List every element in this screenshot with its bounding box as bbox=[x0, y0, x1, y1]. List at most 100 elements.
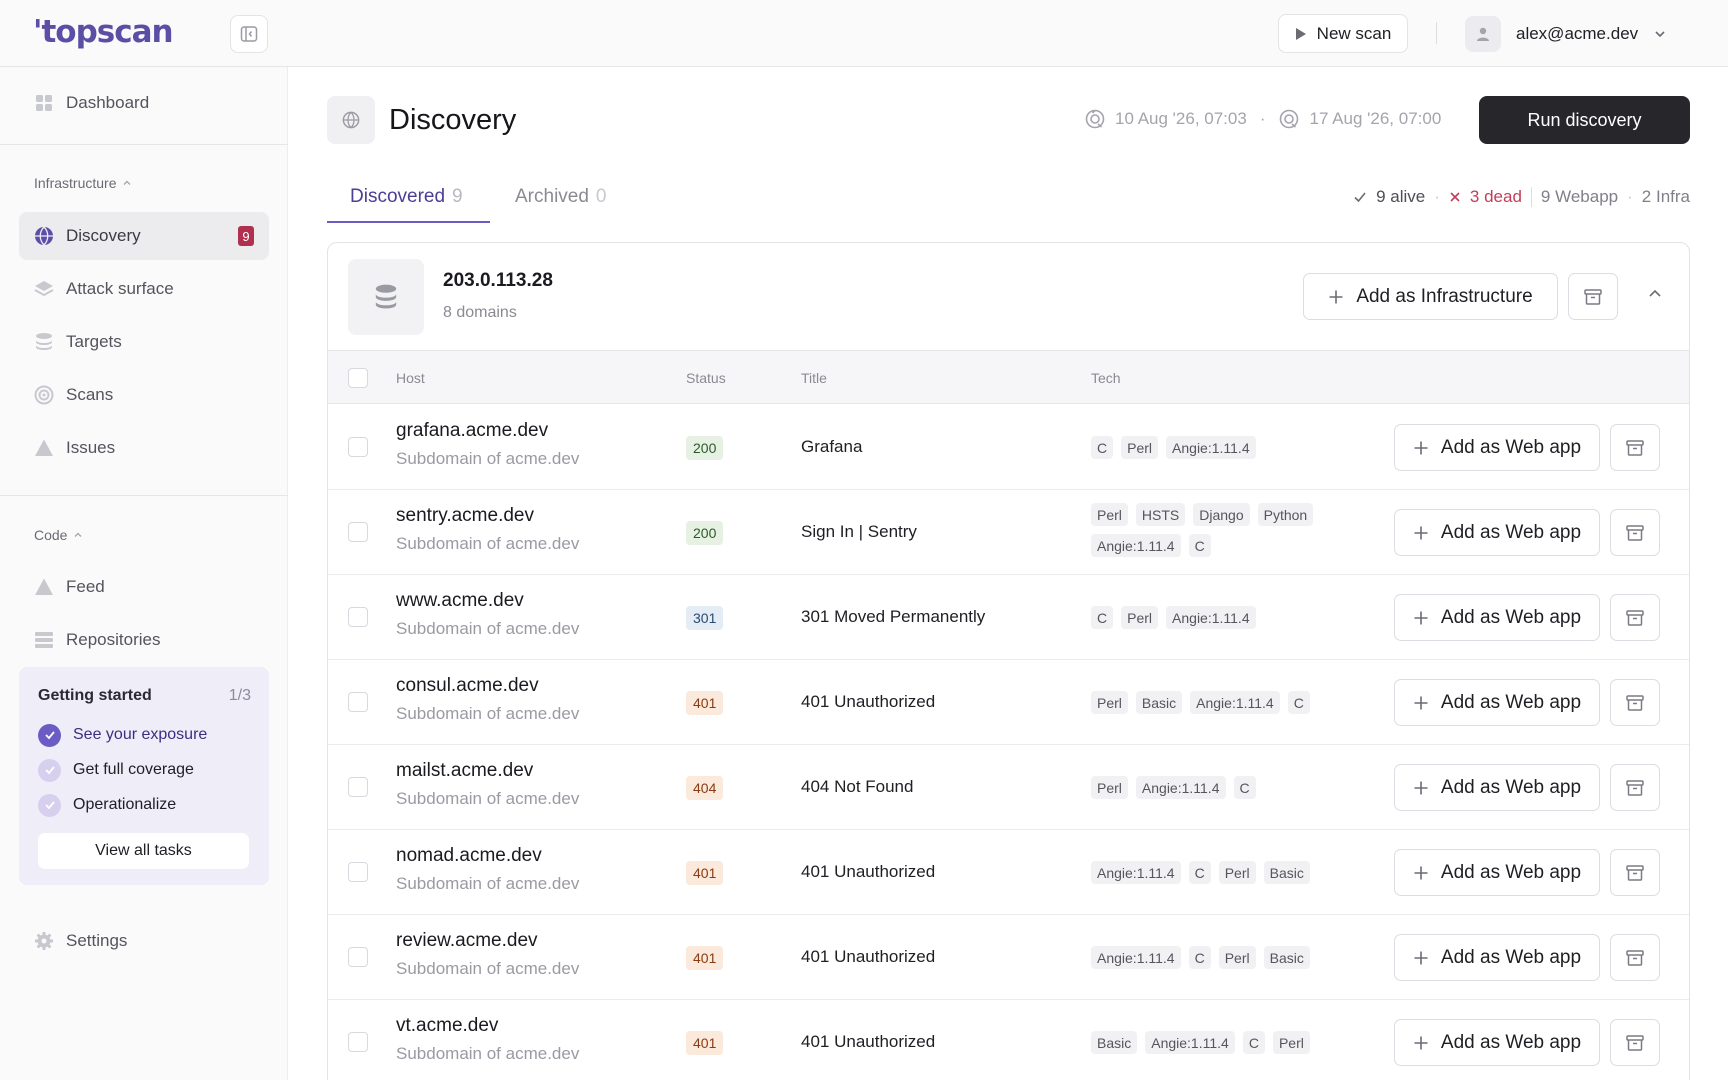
button-label: Add as Web app bbox=[1440, 436, 1582, 458]
row-checkbox[interactable] bbox=[348, 437, 368, 457]
user-menu[interactable]: alex@acme.dev bbox=[1465, 15, 1667, 53]
host-name[interactable]: sentry.acme.dev bbox=[396, 505, 534, 527]
archive-row-button[interactable] bbox=[1610, 764, 1660, 811]
task-full-coverage[interactable]: Get full coverage bbox=[38, 758, 194, 782]
tab-archived[interactable]: Archived 0 bbox=[515, 186, 607, 208]
host-name[interactable]: consul.acme.dev bbox=[396, 675, 539, 697]
table-row[interactable]: nomad.acme.dev Subdomain of acme.dev 401… bbox=[328, 830, 1689, 915]
tech-tag: Angie:1.11.4 bbox=[1145, 1031, 1235, 1054]
table-row[interactable]: vt.acme.dev Subdomain of acme.dev 401 40… bbox=[328, 1000, 1689, 1080]
row-checkbox[interactable] bbox=[348, 692, 368, 712]
tech-tag: Angie:1.11.4 bbox=[1091, 861, 1181, 884]
add-as-web-app-button[interactable]: Add as Web app bbox=[1394, 764, 1600, 811]
getting-started-title: Getting started bbox=[38, 687, 152, 704]
tab-count: 0 bbox=[595, 186, 607, 207]
row-checkbox[interactable] bbox=[348, 1032, 368, 1052]
add-as-web-app-button[interactable]: Add as Web app bbox=[1394, 934, 1600, 981]
row-checkbox[interactable] bbox=[348, 522, 368, 542]
archive-row-button[interactable] bbox=[1610, 594, 1660, 641]
archive-row-button[interactable] bbox=[1610, 509, 1660, 556]
page-title-cell: 401 Unauthorized bbox=[801, 692, 936, 711]
avatar bbox=[1465, 16, 1501, 52]
add-as-web-app-button[interactable]: Add as Web app bbox=[1394, 594, 1600, 641]
check-icon bbox=[38, 793, 61, 817]
tech-tags: Perl Basic Angie:1.11.4 C bbox=[1091, 691, 1331, 714]
button-label: Add as Web app bbox=[1440, 776, 1582, 798]
divider bbox=[0, 495, 288, 496]
chevron-up-icon bbox=[1649, 289, 1661, 297]
sidebar-item-scans[interactable]: Scans bbox=[19, 371, 269, 419]
task-see-exposure[interactable]: See your exposure bbox=[38, 723, 207, 747]
task-operationalize[interactable]: Operationalize bbox=[38, 793, 176, 817]
section-code[interactable]: Code bbox=[34, 527, 83, 543]
sidebar-item-feed[interactable]: Feed bbox=[19, 563, 269, 611]
add-as-infrastructure-button[interactable]: Add as Infrastructure bbox=[1303, 273, 1558, 320]
archive-group-button[interactable] bbox=[1568, 273, 1618, 320]
add-as-web-app-button[interactable]: Add as Web app bbox=[1394, 509, 1600, 556]
table-row[interactable]: consul.acme.dev Subdomain of acme.dev 40… bbox=[328, 660, 1689, 745]
host-name[interactable]: vt.acme.dev bbox=[396, 1015, 498, 1037]
play-icon bbox=[1295, 27, 1306, 40]
collapse-sidebar-button[interactable] bbox=[230, 15, 268, 53]
sidebar-item-repositories[interactable]: Repositories bbox=[19, 616, 269, 664]
tech-tags: Basic Angie:1.11.4 C Perl bbox=[1091, 1031, 1331, 1054]
add-as-web-app-button[interactable]: Add as Web app bbox=[1394, 679, 1600, 726]
chevron-down-icon bbox=[1655, 31, 1665, 38]
host-name[interactable]: nomad.acme.dev bbox=[396, 845, 542, 867]
host-subtitle: Subdomain of acme.dev bbox=[396, 874, 580, 893]
row-checkbox[interactable] bbox=[348, 862, 368, 882]
collapse-group-button[interactable] bbox=[1646, 285, 1664, 308]
host-name[interactable]: www.acme.dev bbox=[396, 590, 524, 612]
add-as-web-app-button[interactable]: Add as Web app bbox=[1394, 1019, 1600, 1066]
run-discovery-button[interactable]: Run discovery bbox=[1479, 96, 1690, 144]
column-status[interactable]: Status bbox=[686, 370, 726, 386]
sidebar-item-discovery[interactable]: Discovery 9 bbox=[19, 212, 269, 260]
row-checkbox[interactable] bbox=[348, 947, 368, 967]
host-name[interactable]: mailst.acme.dev bbox=[396, 760, 533, 782]
host-subtitle: Subdomain of acme.dev bbox=[396, 959, 580, 978]
last-run-date: 10 Aug '26, 07:03 bbox=[1115, 109, 1247, 128]
tab-discovered[interactable]: Discovered 9 bbox=[350, 186, 463, 208]
logo[interactable]: 'topscan bbox=[33, 14, 174, 50]
sidebar-item-targets[interactable]: Targets bbox=[19, 318, 269, 366]
history-icon bbox=[1085, 109, 1105, 129]
sidebar-item-issues[interactable]: Issues bbox=[19, 424, 269, 472]
archive-row-button[interactable] bbox=[1610, 679, 1660, 726]
sidebar-item-settings[interactable]: Settings bbox=[19, 917, 269, 965]
table-row[interactable]: mailst.acme.dev Subdomain of acme.dev 40… bbox=[328, 745, 1689, 830]
row-checkbox[interactable] bbox=[348, 607, 368, 627]
table-row[interactable]: grafana.acme.dev Subdomain of acme.dev 2… bbox=[328, 405, 1689, 490]
row-checkbox[interactable] bbox=[348, 777, 368, 797]
tech-tag: C bbox=[1188, 861, 1211, 884]
section-infrastructure[interactable]: Infrastructure bbox=[34, 175, 132, 191]
archive-row-button[interactable] bbox=[1610, 1019, 1660, 1066]
host-name[interactable]: review.acme.dev bbox=[396, 930, 538, 952]
add-as-web-app-button[interactable]: Add as Web app bbox=[1394, 424, 1600, 471]
host-name[interactable]: grafana.acme.dev bbox=[396, 420, 548, 442]
archive-row-button[interactable] bbox=[1610, 849, 1660, 896]
host-subtitle: Subdomain of acme.dev bbox=[396, 534, 580, 553]
active-tab-indicator bbox=[327, 221, 490, 223]
sidebar-item-label: Settings bbox=[66, 931, 128, 950]
archive-row-button[interactable] bbox=[1610, 934, 1660, 981]
add-as-web-app-button[interactable]: Add as Web app bbox=[1394, 849, 1600, 896]
select-all-checkbox[interactable] bbox=[348, 368, 368, 388]
table-row[interactable]: review.acme.dev Subdomain of acme.dev 40… bbox=[328, 915, 1689, 1000]
table-row[interactable]: sentry.acme.dev Subdomain of acme.dev 20… bbox=[328, 490, 1689, 575]
database-icon bbox=[34, 332, 54, 352]
divider bbox=[1436, 22, 1437, 44]
column-host[interactable]: Host bbox=[396, 370, 425, 386]
new-scan-button[interactable]: New scan bbox=[1278, 14, 1408, 53]
tech-tag: Perl bbox=[1218, 861, 1256, 884]
column-tech[interactable]: Tech bbox=[1091, 370, 1121, 386]
archive-row-button[interactable] bbox=[1610, 424, 1660, 471]
sidebar-item-dashboard[interactable]: Dashboard bbox=[19, 79, 269, 127]
sidebar-item-attack-surface[interactable]: Attack surface bbox=[19, 265, 269, 313]
tech-tags: Perl HSTS Django Python Angie:1.11.4 C bbox=[1091, 503, 1331, 557]
view-all-tasks-button[interactable]: View all tasks bbox=[38, 833, 249, 869]
column-title[interactable]: Title bbox=[801, 370, 827, 386]
sidebar-item-label: Scans bbox=[66, 385, 114, 404]
sidebar-item-label: Repositories bbox=[66, 630, 161, 649]
table-row[interactable]: www.acme.dev Subdomain of acme.dev 301 3… bbox=[328, 575, 1689, 660]
page-title-cell: 401 Unauthorized bbox=[801, 947, 936, 966]
